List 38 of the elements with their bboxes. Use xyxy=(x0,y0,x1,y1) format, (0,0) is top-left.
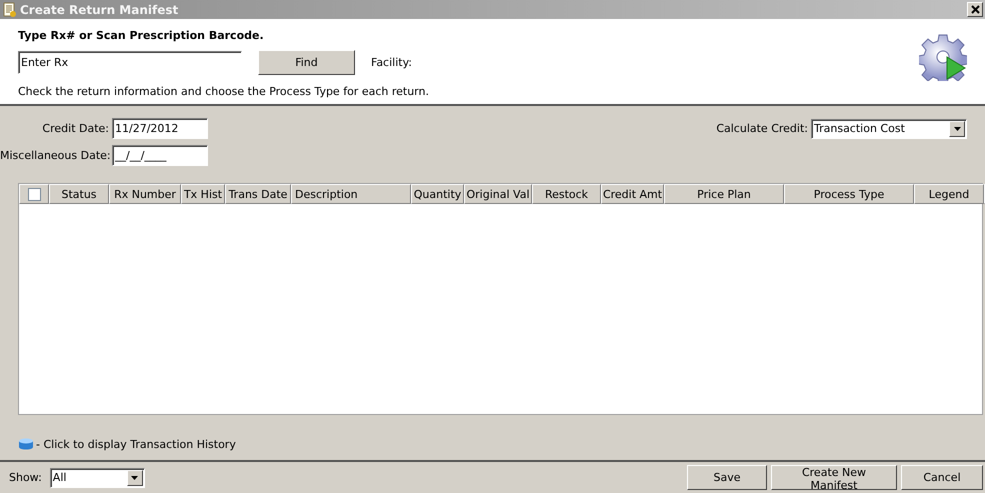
miscellaneous-date-label: Miscellaneous Date: xyxy=(0,149,112,162)
gear-play-icon xyxy=(919,33,967,81)
column-header[interactable]: Tx Hist xyxy=(181,184,225,204)
column-header[interactable]: Description xyxy=(291,184,411,204)
credit-date-field[interactable]: 11/27/2012 xyxy=(112,118,208,139)
facility-label: Facility: xyxy=(371,56,412,69)
select-all-checkbox[interactable] xyxy=(28,188,40,200)
instructions-text: Check the return information and choose the Process Type for each return. xyxy=(18,85,429,98)
show-label: Show: xyxy=(9,471,42,484)
window-title: Create Return Manifest xyxy=(20,2,178,16)
column-header[interactable]: Restock xyxy=(532,184,601,204)
create-new-manifest-button[interactable]: Create New Manifest xyxy=(771,465,897,490)
column-header[interactable]: Rx Number xyxy=(109,184,181,204)
search-heading: Type Rx# or Scan Prescription Barcode. xyxy=(18,29,265,44)
miscellaneous-date-field[interactable]: __/__/____ xyxy=(112,145,208,166)
column-header[interactable]: Quantity xyxy=(411,184,464,204)
document-icon xyxy=(2,2,17,18)
column-header[interactable]: Price Plan xyxy=(664,184,784,204)
rx-input-field[interactable]: Enter Rx xyxy=(18,51,242,74)
column-header[interactable]: Status xyxy=(49,184,109,204)
calculate-credit-dropdown[interactable]: Transaction Cost xyxy=(811,118,967,138)
find-button[interactable]: Find xyxy=(258,50,355,75)
save-button[interactable]: Save xyxy=(687,465,767,490)
show-dropdown[interactable]: All xyxy=(50,468,145,488)
column-header[interactable]: Legend xyxy=(914,184,984,204)
calculate-credit-label: Calculate Credit: xyxy=(715,122,809,135)
dropdown-arrow-icon xyxy=(131,476,138,480)
column-header[interactable]: Process Type xyxy=(784,184,914,204)
cancel-button[interactable]: Cancel xyxy=(901,465,983,490)
close-icon xyxy=(970,5,980,14)
transaction-history-note: - Click to display Transaction History xyxy=(36,438,236,450)
database-icon xyxy=(18,438,34,450)
dropdown-arrow-icon xyxy=(954,126,960,130)
column-header[interactable]: Credit Amt xyxy=(601,184,664,204)
column-header[interactable]: Trans Date xyxy=(225,184,291,204)
column-header[interactable]: Original Val xyxy=(464,184,532,204)
close-button[interactable] xyxy=(967,2,983,17)
credit-date-label: Credit Date: xyxy=(41,122,110,135)
